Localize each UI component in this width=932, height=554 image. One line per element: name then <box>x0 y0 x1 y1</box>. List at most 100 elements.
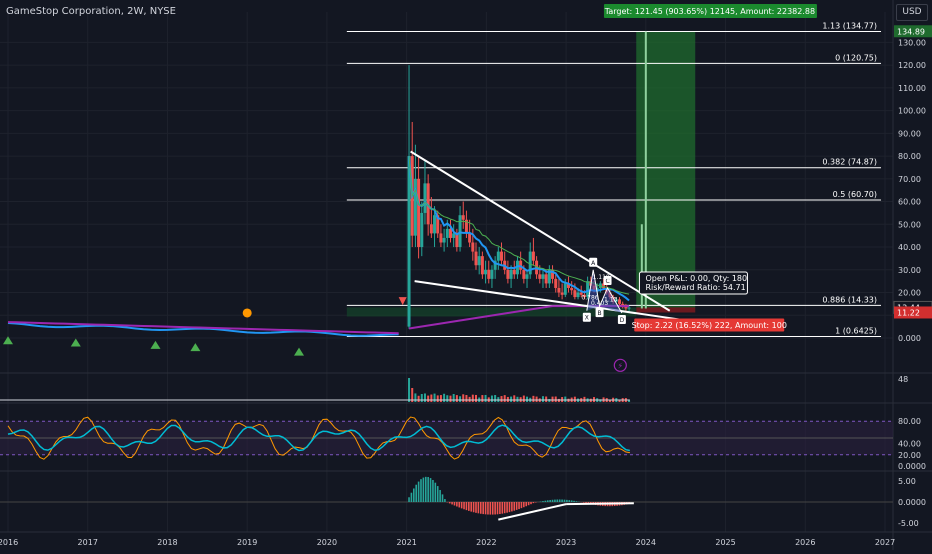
candle-body <box>577 293 580 298</box>
volume-bar <box>504 395 506 402</box>
volume-bar <box>465 395 467 402</box>
candle-body <box>430 224 433 233</box>
macd-histogram-bar <box>423 478 425 502</box>
macd-histogram-bar <box>487 502 489 515</box>
macd-histogram-bar <box>573 501 575 502</box>
volume-bar <box>424 393 426 402</box>
y-tick-label: 70.00 <box>898 175 921 184</box>
macd-histogram-bar <box>542 501 544 502</box>
y-tick-label: 40.00 <box>898 243 921 252</box>
macd-histogram-bar <box>435 483 437 502</box>
volume-bar <box>628 400 630 402</box>
x-tick-label: 2024 <box>636 538 656 547</box>
macd-histogram-bar <box>535 502 537 503</box>
candle-body <box>452 233 455 238</box>
macd-histogram-bar <box>554 500 556 502</box>
macd-histogram-bar <box>547 500 549 502</box>
macd-histogram-bar <box>564 500 566 502</box>
volume-bar <box>619 401 621 402</box>
macd-histogram-bar <box>437 486 439 502</box>
chart-title: GameStop Corporation, 2W, NYSE <box>6 6 176 17</box>
macd-histogram-bar <box>568 500 570 502</box>
target-label-text: Target: 121.45 (903.65%) 12145, Amount: … <box>604 7 815 16</box>
trade-info-line: Open P&L: 0.00, Qty: 180 <box>645 274 747 283</box>
fib-level-label: 0 (120.75) <box>835 53 877 62</box>
candle-body <box>420 213 423 247</box>
fib-level-label: 0.886 (14.33) <box>822 295 877 304</box>
volume-bar <box>513 395 515 402</box>
volume-bar <box>469 397 471 402</box>
chart-svg[interactable]: 1.13 (134.77)0 (120.75)0.382 (74.87)0.5 … <box>0 0 932 550</box>
macd-histogram-bar <box>473 502 475 512</box>
candle-body <box>573 290 576 297</box>
candle-body <box>526 274 529 279</box>
x-tick-label: 2022 <box>476 538 496 547</box>
harmonic-point-text: B <box>598 310 602 317</box>
chart-background <box>0 0 932 550</box>
y-tick-label: 30.00 <box>898 266 921 275</box>
x-tick-label: 2027 <box>875 538 895 547</box>
volume-bar <box>453 394 455 402</box>
harmonic-ratio-label: 1.118 <box>593 274 610 281</box>
candle-body <box>538 274 541 279</box>
volume-bar <box>421 394 423 402</box>
macd-histogram-bar <box>571 500 573 502</box>
volume-bar <box>510 397 512 402</box>
candle-body <box>446 229 449 238</box>
macd-histogram-bar <box>502 502 504 514</box>
macd-y-tick-label: -5.00 <box>898 519 919 528</box>
volume-bar <box>494 395 496 402</box>
macd-histogram-bar <box>521 502 523 508</box>
candle-body <box>506 270 509 279</box>
candle-body <box>541 274 544 279</box>
volume-bar <box>542 396 544 402</box>
candle-body <box>557 288 560 293</box>
candle-body <box>417 179 420 247</box>
x-tick-label: 2019 <box>237 538 257 547</box>
currency-badge[interactable]: USD <box>896 4 928 21</box>
harmonic-ratio-label: 1.13 <box>604 297 618 304</box>
volume-bar <box>414 393 416 402</box>
volume-bar <box>532 396 534 402</box>
fib-level-label: 0.382 (74.87) <box>822 158 877 167</box>
stop-label-text: Stop: 2.22 (16.52%) 222, Amount: 100 <box>632 321 787 330</box>
candle-body <box>443 238 446 243</box>
volume-bar <box>434 394 436 402</box>
macd-histogram-bar <box>451 502 453 504</box>
x-tick-label: 2026 <box>795 538 815 547</box>
volume-bar <box>408 378 410 402</box>
volume-bar <box>418 396 420 402</box>
macd-histogram-bar <box>525 502 527 506</box>
candle-body <box>423 183 426 213</box>
volume-bar <box>449 396 451 402</box>
macd-y-tick-label: 0.0000 <box>898 498 926 507</box>
x-tick-label: 2017 <box>78 538 98 547</box>
rsi-y-tick-label: 80.00 <box>898 417 921 426</box>
macd-histogram-bar <box>415 485 417 502</box>
volume-bar <box>430 395 432 402</box>
target-label: Target: 121.45 (903.65%) 12145, Amount: … <box>604 4 817 18</box>
candle-body <box>462 215 465 220</box>
volume-bar <box>536 397 538 402</box>
macd-histogram-bar <box>482 502 484 514</box>
macd-histogram-bar <box>545 501 547 502</box>
macd-histogram-bar <box>561 500 563 502</box>
macd-histogram-bar <box>466 502 468 510</box>
candle-body <box>414 179 417 236</box>
volume-bar <box>574 397 576 402</box>
candle-body <box>545 274 548 283</box>
volume-bar <box>456 395 458 402</box>
candle-body <box>487 270 490 279</box>
macd-histogram-bar <box>506 502 508 513</box>
trade-info-box: Open P&L: 0.00, Qty: 180Risk/Reward Rati… <box>639 272 747 294</box>
macd-histogram-bar <box>566 500 568 502</box>
macd-histogram-bar <box>475 502 477 513</box>
candle-body <box>513 270 516 275</box>
y-tick-label: 0.000 <box>898 334 921 343</box>
macd-histogram-bar <box>516 502 518 510</box>
candle-body <box>522 270 525 279</box>
harmonic-point-text: D <box>620 317 625 324</box>
candle-body <box>439 233 442 242</box>
y-tick-label: 120.00 <box>898 61 926 70</box>
candle-body <box>554 279 557 288</box>
